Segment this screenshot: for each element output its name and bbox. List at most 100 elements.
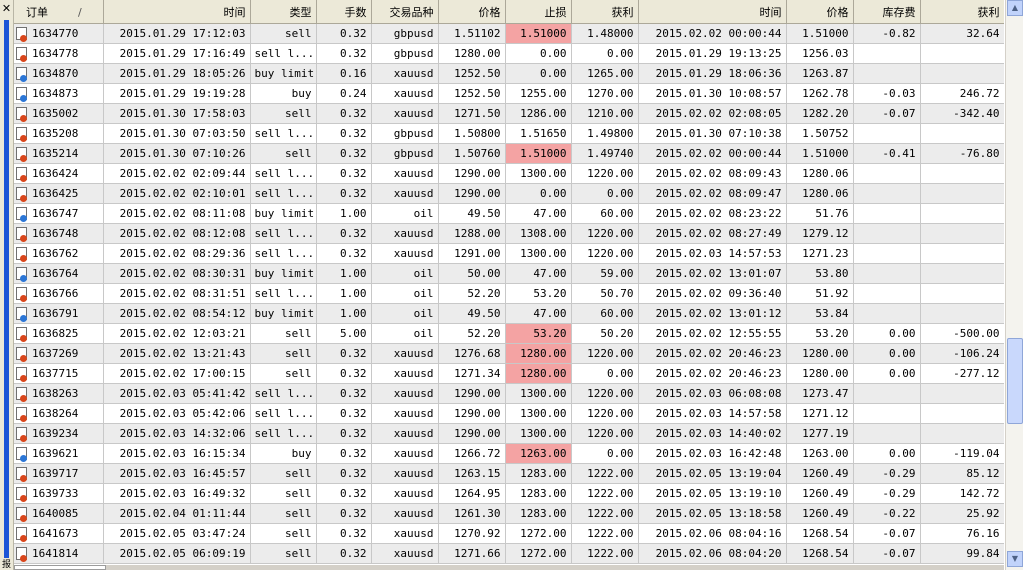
cell-takeprofit: 1220.00: [571, 383, 639, 404]
cell-close-price: 1282.20: [786, 103, 854, 124]
table-row[interactable]: 1634770 2015.01.29 17:12:03 sell 0.32 gbpusd…: [14, 23, 1004, 44]
sell-order-icon: [16, 407, 27, 423]
cell-profit: 25.92: [920, 503, 1004, 524]
cell-type: sell: [250, 363, 317, 384]
table-row[interactable]: 1637715 2015.02.02 17:00:15 sell 0.32 xauusd…: [14, 363, 1004, 384]
cell-takeprofit: 1222.00: [571, 483, 639, 504]
col-header-symbol[interactable]: 交易品种: [371, 0, 439, 24]
cell-profit: [920, 63, 1004, 84]
cell-price: 1271.66: [438, 543, 506, 564]
table-row[interactable]: 1636748 2015.02.02 08:12:08 sell l... 0.32 x…: [14, 223, 1004, 244]
history-table: 订单 / 时间 类型 手数 交易品种 价格 止损 获利 时间 价格 库存费 获利 …: [14, 0, 1004, 564]
cell-symbol: xauusd: [371, 343, 439, 364]
cell-order: 1636748: [14, 223, 104, 244]
table-row[interactable]: 1636424 2015.02.02 02:09:44 sell l... 0.32 x…: [14, 163, 1004, 184]
table-row[interactable]: 1636762 2015.02.02 08:29:36 sell l... 0.32 x…: [14, 243, 1004, 264]
sell-order-icon: [16, 47, 27, 63]
cell-order: 1634770: [14, 23, 104, 44]
table-row[interactable]: 1635002 2015.01.30 17:58:03 sell 0.32 xauusd…: [14, 103, 1004, 124]
table-row[interactable]: 1636764 2015.02.02 08:30:31 buy limit 1.00 o…: [14, 263, 1004, 284]
cell-type: sell: [250, 483, 317, 504]
cell-stoploss: 53.20: [505, 283, 572, 304]
sell-order-icon: [16, 427, 27, 443]
col-header-close-time[interactable]: 时间: [638, 0, 787, 24]
table-row[interactable]: 1636825 2015.02.02 12:03:21 sell 5.00 oil 52.…: [14, 323, 1004, 344]
close-icon[interactable]: ✕: [1, 3, 12, 14]
cell-close-time: 2015.02.02 08:27:49: [638, 223, 787, 244]
table-row[interactable]: 1639621 2015.02.03 16:15:34 buy 0.32 xauusd 1…: [14, 443, 1004, 464]
order-number: 1641673: [32, 526, 79, 540]
table-row[interactable]: 1634778 2015.01.29 17:16:49 sell l... 0.32 g…: [14, 43, 1004, 64]
sell-order-icon: [16, 147, 27, 163]
col-header-lots[interactable]: 手数: [316, 0, 372, 24]
horizontal-scrollbar[interactable]: [14, 565, 1004, 570]
table-row[interactable]: 1641673 2015.02.05 03:47:24 sell 0.32 xauusd…: [14, 523, 1004, 544]
horizontal-scroll-thumb[interactable]: [14, 565, 106, 570]
terminal-side-strip: ✕ 报: [0, 0, 14, 570]
cell-symbol: xauusd: [371, 103, 439, 124]
table-row[interactable]: 1639733 2015.02.03 16:49:32 sell 0.32 xauusd…: [14, 483, 1004, 504]
order-number: 1637715: [32, 366, 79, 380]
cell-order: 1634870: [14, 63, 104, 84]
cell-lots: 0.32: [316, 363, 372, 384]
table-row[interactable]: 1636766 2015.02.02 08:31:51 sell l... 1.00 o…: [14, 283, 1004, 304]
col-header-open-time[interactable]: 时间: [103, 0, 251, 24]
table-row[interactable]: 1639234 2015.02.03 14:32:06 sell l... 0.32 x…: [14, 423, 1004, 444]
col-header-profit[interactable]: 获利: [920, 0, 1004, 24]
scroll-thumb[interactable]: [1007, 338, 1023, 424]
cell-price: 50.00: [438, 263, 506, 284]
cell-takeprofit: 59.00: [571, 263, 639, 284]
table-row[interactable]: 1636791 2015.02.02 08:54:12 buy limit 1.00 o…: [14, 303, 1004, 324]
cell-open-time: 2015.02.02 08:12:08: [103, 223, 251, 244]
cell-stoploss: 1272.00: [505, 523, 572, 544]
col-header-stoploss[interactable]: 止损: [505, 0, 572, 24]
table-row[interactable]: 1635214 2015.01.30 07:10:26 sell 0.32 gbpusd…: [14, 143, 1004, 164]
cell-order: 1635002: [14, 103, 104, 124]
cell-stoploss: 1.51000: [505, 143, 572, 164]
table-row[interactable]: 1635208 2015.01.30 07:03:50 sell l... 0.32 g…: [14, 123, 1004, 144]
cell-stoploss: 1283.00: [505, 483, 572, 504]
cell-open-time: 2015.01.29 17:16:49: [103, 43, 251, 64]
table-row[interactable]: 1637269 2015.02.02 13:21:43 sell 0.32 xauusd…: [14, 343, 1004, 364]
cell-symbol: xauusd: [371, 223, 439, 244]
cell-close-time: 2015.02.05 13:18:58: [638, 503, 787, 524]
cell-open-time: 2015.02.02 08:11:08: [103, 203, 251, 224]
table-row[interactable]: 1636747 2015.02.02 08:11:08 buy limit 1.00 o…: [14, 203, 1004, 224]
sell-order-icon: [16, 527, 27, 543]
cell-lots: 0.32: [316, 523, 372, 544]
cell-order: 1636764: [14, 263, 104, 284]
table-row[interactable]: 1640085 2015.02.04 01:11:44 sell 0.32 xauusd…: [14, 503, 1004, 524]
col-header-price[interactable]: 价格: [438, 0, 506, 24]
vertical-scrollbar[interactable]: ▲ ▼: [1005, 0, 1023, 570]
table-row[interactable]: 1641814 2015.02.05 06:09:19 sell 0.32 xauusd…: [14, 543, 1004, 564]
cell-close-time: 2015.02.03 14:40:02: [638, 423, 787, 444]
table-row[interactable]: 1634873 2015.01.29 19:19:28 buy 0.24 xauusd 1…: [14, 83, 1004, 104]
cell-swap: 0.00: [853, 443, 921, 464]
table-row[interactable]: 1639717 2015.02.03 16:45:57 sell 0.32 xauusd…: [14, 463, 1004, 484]
cell-takeprofit: 1222.00: [571, 523, 639, 544]
order-number: 1636748: [32, 226, 79, 240]
table-row[interactable]: 1638264 2015.02.03 05:42:06 sell l... 0.32 x…: [14, 403, 1004, 424]
scroll-up-arrow-icon[interactable]: ▲: [1007, 0, 1023, 16]
table-row[interactable]: 1634870 2015.01.29 18:05:26 buy limit 0.16 x…: [14, 63, 1004, 84]
col-header-order[interactable]: 订单 /: [14, 0, 104, 24]
col-header-type[interactable]: 类型: [250, 0, 317, 24]
cell-symbol: oil: [371, 323, 439, 344]
col-header-takeprofit[interactable]: 获利: [571, 0, 639, 24]
cell-stoploss: 1263.00: [505, 443, 572, 464]
cell-type: sell l...: [250, 43, 317, 64]
table-row[interactable]: 1636425 2015.02.02 02:10:01 sell l... 0.32 x…: [14, 183, 1004, 204]
cell-close-time: 2015.01.30 10:08:57: [638, 83, 787, 104]
sell-order-icon: [16, 247, 27, 263]
col-header-close-price[interactable]: 价格: [786, 0, 854, 24]
order-number: 1639234: [32, 426, 79, 440]
table-row[interactable]: 1638263 2015.02.03 05:41:42 sell l... 0.32 x…: [14, 383, 1004, 404]
cell-type: buy: [250, 443, 317, 464]
cell-close-time: 2015.02.06 08:04:16: [638, 523, 787, 544]
sell-order-icon: [16, 227, 27, 243]
col-header-swap[interactable]: 库存费: [853, 0, 921, 24]
cell-takeprofit: 1210.00: [571, 103, 639, 124]
scroll-down-arrow-icon[interactable]: ▼: [1007, 551, 1023, 567]
cell-close-price: 1263.87: [786, 63, 854, 84]
cell-profit: [920, 423, 1004, 444]
